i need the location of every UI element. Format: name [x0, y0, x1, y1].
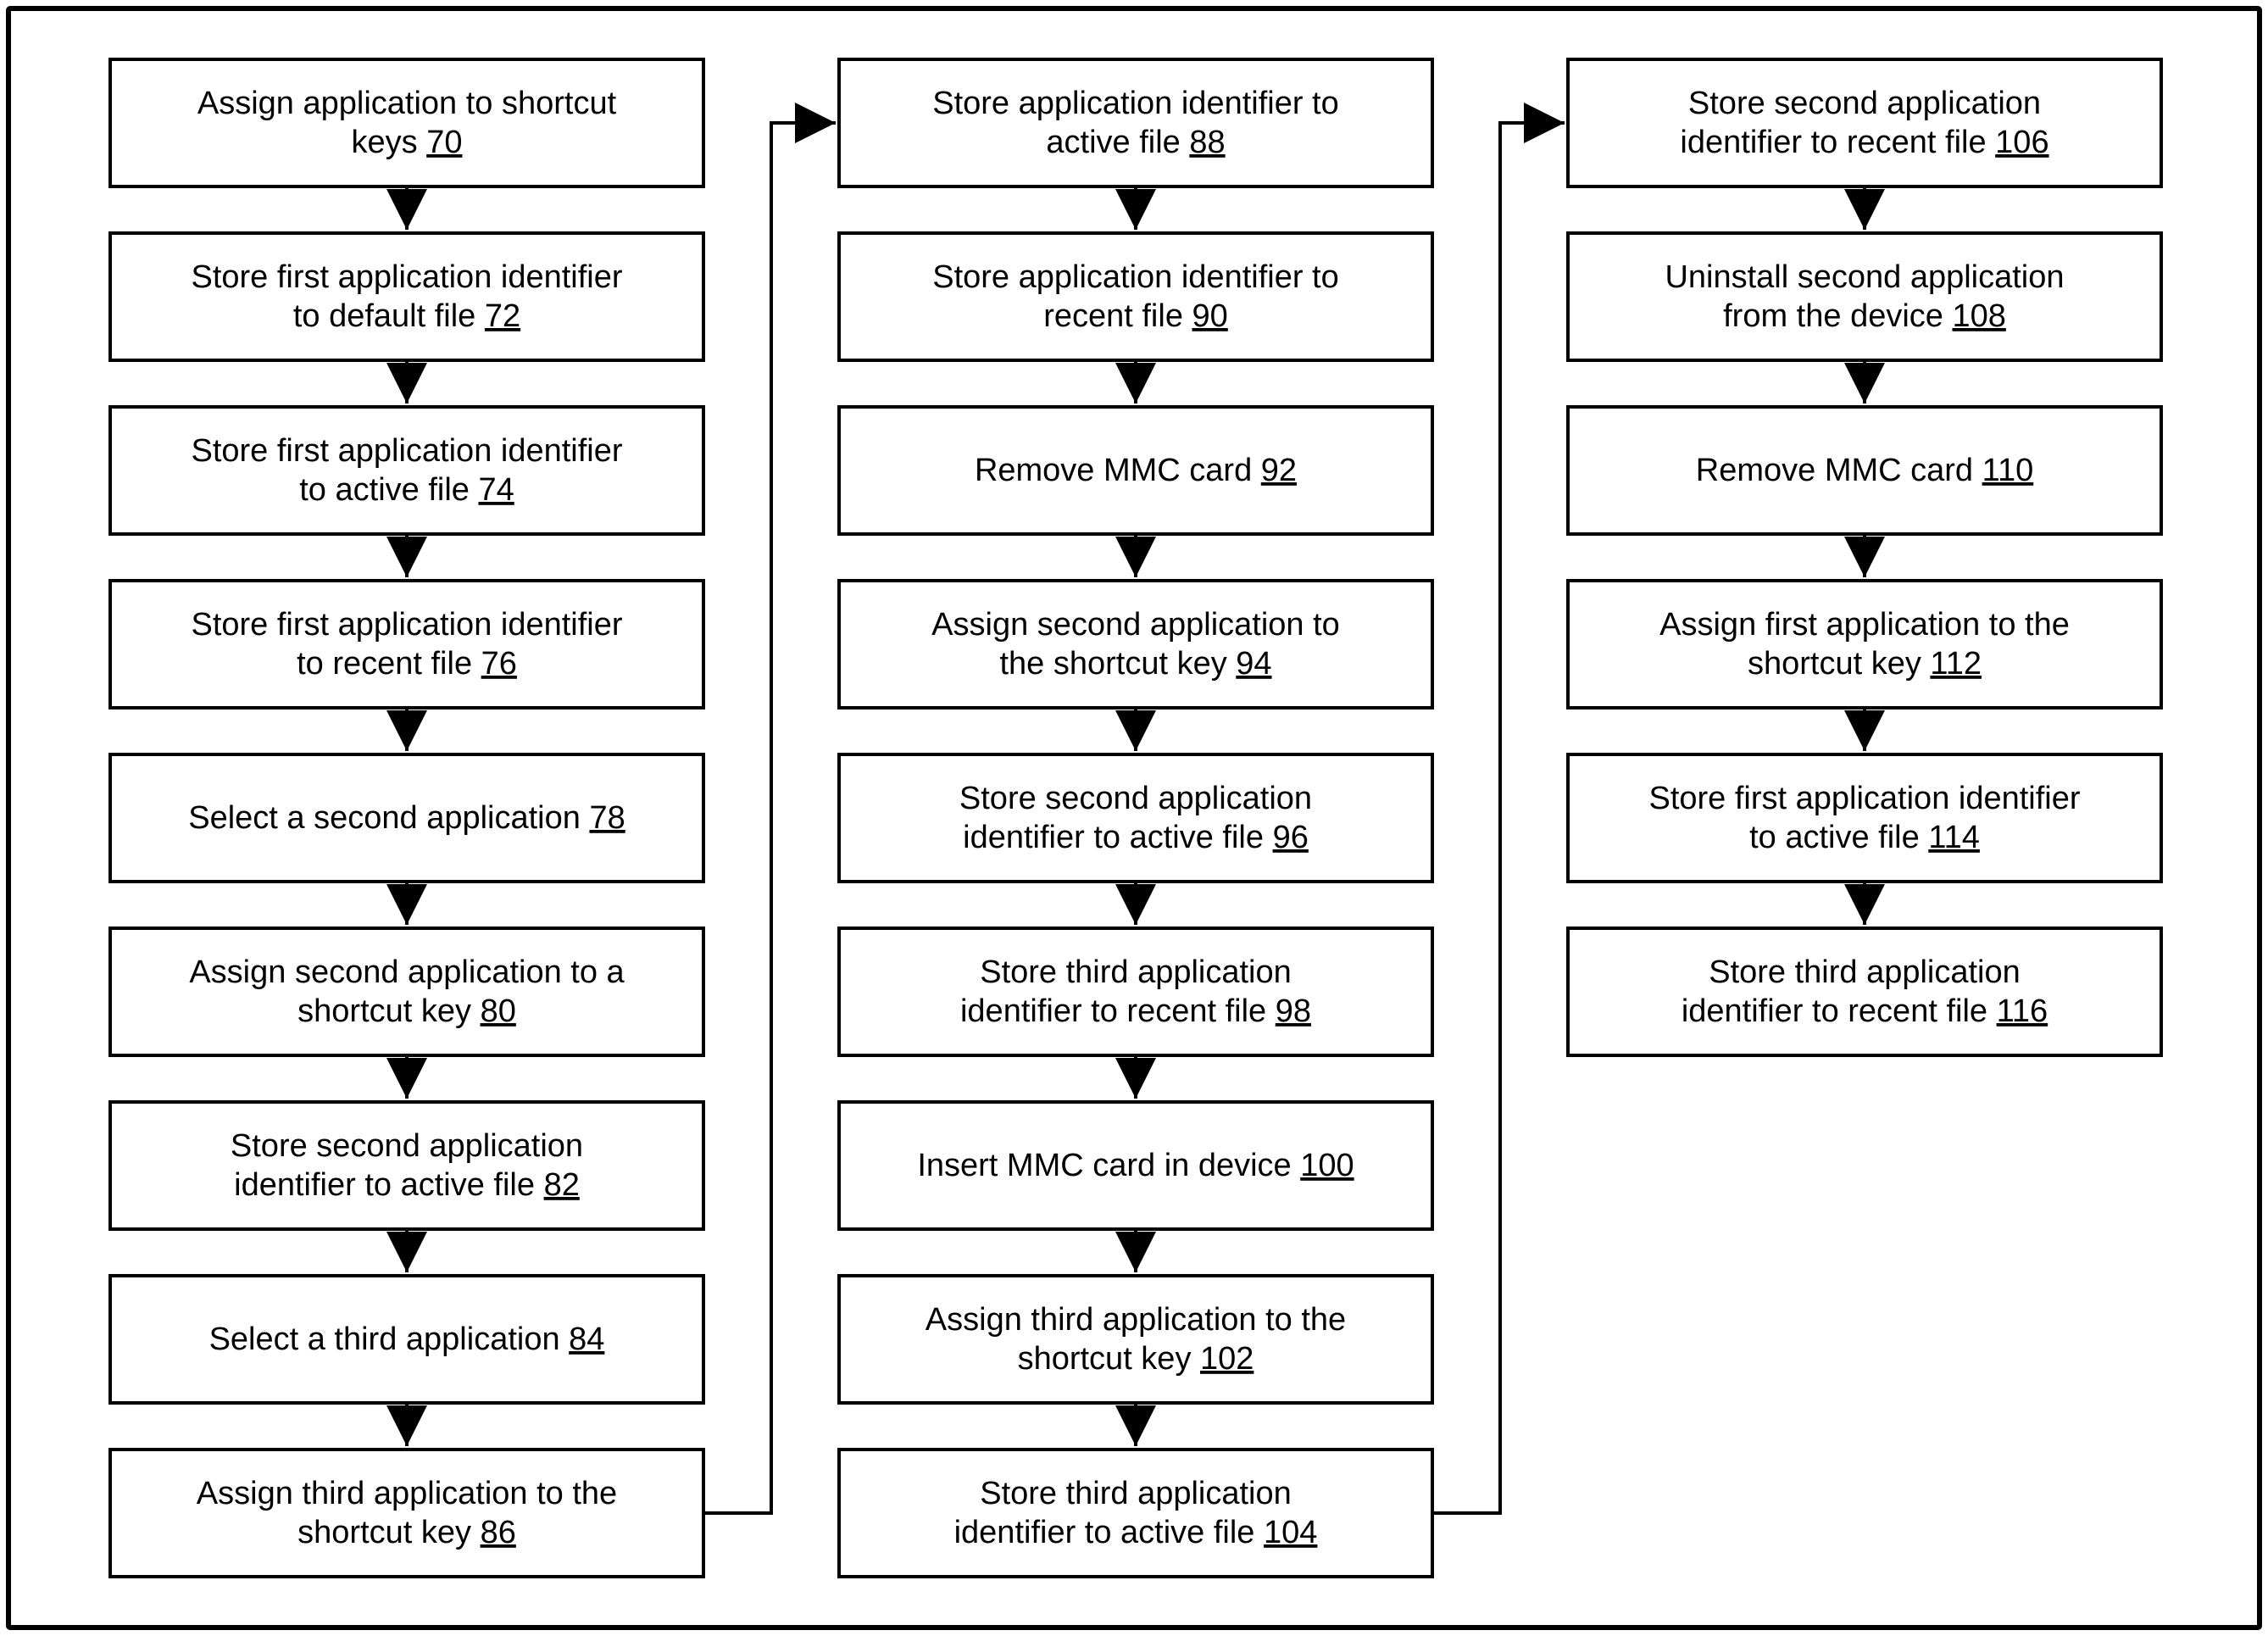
- flow-step-text: to default file 72: [293, 298, 520, 334]
- flow-step-text: identifier to recent file 98: [960, 993, 1311, 1029]
- flow-step-text: Store first application identifier: [191, 607, 622, 643]
- flow-step-74: [110, 407, 703, 534]
- step-ref: 70: [426, 125, 462, 160]
- flow-step-88: [839, 59, 1432, 186]
- flow-step-text: shortcut key 112: [1748, 646, 1982, 682]
- step-ref: 76: [481, 646, 517, 682]
- flow-step-text: Store third application: [980, 1476, 1292, 1511]
- step-ref: 96: [1273, 820, 1309, 855]
- flow-step-text: Select a third application 84: [209, 1322, 605, 1357]
- flow-step-108: [1568, 233, 2161, 360]
- step-ref: 102: [1200, 1341, 1254, 1377]
- flow-step-text: from the device 108: [1723, 298, 2006, 334]
- step-ref: 110: [1982, 453, 2034, 488]
- step-ref: 90: [1192, 298, 1228, 334]
- step-ref: 82: [544, 1167, 580, 1203]
- flow-step-text: identifier to recent file 106: [1680, 125, 2048, 160]
- flow-step-text: Store second application: [231, 1128, 583, 1164]
- flow-step-text: Assign first application to the: [1659, 607, 2070, 643]
- step-ref: 112: [1930, 646, 1982, 682]
- flow-step-text: Remove MMC card 110: [1696, 453, 2033, 488]
- flow-step-70: [110, 59, 703, 186]
- flow-step-text: to active file 114: [1749, 820, 1980, 855]
- flow-step-text: Assign third application to the: [926, 1302, 1346, 1338]
- flow-step-text: Assign second application to a: [189, 954, 625, 990]
- flow-step-text: Store application identifier to: [932, 259, 1339, 295]
- flow-step-106: [1568, 59, 2161, 186]
- flow-step-text: Store first application identifier: [191, 259, 622, 295]
- flow-step-116: [1568, 928, 2161, 1055]
- flow-step-104: [839, 1450, 1432, 1577]
- step-ref: 94: [1236, 646, 1271, 682]
- flow-step-80: [110, 928, 703, 1055]
- flow-step-text: Store third application: [980, 954, 1292, 990]
- flow-step-text: Select a second application 78: [188, 800, 625, 836]
- flow-step-text: to active file 74: [299, 472, 514, 508]
- step-ref: 100: [1300, 1148, 1354, 1183]
- step-ref: 92: [1261, 453, 1297, 488]
- flow-step-text: shortcut key 102: [1018, 1341, 1254, 1377]
- flow-step-text: Assign application to shortcut: [197, 86, 617, 121]
- flow-step-114: [1568, 754, 2161, 882]
- step-ref: 80: [481, 993, 516, 1029]
- step-ref: 116: [1997, 993, 2048, 1029]
- flow-step-86: [110, 1450, 703, 1577]
- flow-step-112: [1568, 581, 2161, 708]
- flow-step-text: keys 70: [352, 125, 463, 160]
- flow-step-text: shortcut key 80: [297, 993, 516, 1029]
- flow-step-text: identifier to active file 82: [234, 1167, 580, 1203]
- step-ref: 114: [1928, 820, 1980, 855]
- flow-step-text: Store first application identifier: [191, 433, 622, 469]
- flow-step-90: [839, 233, 1432, 360]
- flow-step-text: Store application identifier to: [932, 86, 1339, 121]
- flowchart: Assign application to shortcut keys 70 Sto…: [0, 0, 2268, 1636]
- flow-step-text: Assign second application to: [931, 607, 1340, 643]
- flow-step-76: [110, 581, 703, 708]
- step-ref: 86: [481, 1515, 516, 1550]
- flow-step-text: to recent file 76: [297, 646, 517, 682]
- step-ref: 74: [478, 472, 514, 508]
- flow-step-82: [110, 1102, 703, 1229]
- step-ref: 104: [1264, 1515, 1317, 1550]
- flow-step-text: identifier to recent file 116: [1682, 993, 2048, 1029]
- flow-step-text: identifier to active file 96: [963, 820, 1309, 855]
- step-ref: 106: [1995, 125, 2048, 160]
- step-ref: 98: [1276, 993, 1311, 1029]
- flow-step-text: Store second application: [959, 781, 1312, 816]
- flow-step-text: the shortcut key 94: [999, 646, 1271, 682]
- flow-step-text: active file 88: [1046, 125, 1225, 160]
- flow-step-94: [839, 581, 1432, 708]
- flow-step-text: Store first application identifier: [1648, 781, 2080, 816]
- step-ref: 78: [589, 800, 625, 836]
- flow-step-98: [839, 928, 1432, 1055]
- flow-step-96: [839, 754, 1432, 882]
- flow-arrow-column-connector: [703, 123, 836, 1513]
- flow-step-text: Uninstall second application: [1665, 259, 2064, 295]
- flow-step-text: Store third application: [1709, 954, 2021, 990]
- step-ref: 108: [1952, 298, 2005, 334]
- flow-step-102: [839, 1276, 1432, 1403]
- flow-step-text: Remove MMC card 92: [975, 453, 1297, 488]
- flow-step-text: Assign third application to the: [197, 1476, 617, 1511]
- step-ref: 72: [485, 298, 520, 334]
- flow-arrow-column-connector: [1432, 123, 1565, 1513]
- flow-step-text: Store second application: [1688, 86, 2041, 121]
- flow-step-text: identifier to active file 104: [954, 1515, 1318, 1550]
- flow-step-72: [110, 233, 703, 360]
- step-ref: 84: [569, 1322, 604, 1357]
- flow-step-text: recent file 90: [1043, 298, 1228, 334]
- flow-step-text: Insert MMC card in device 100: [917, 1148, 1354, 1183]
- step-ref: 88: [1189, 125, 1225, 160]
- flow-step-text: shortcut key 86: [297, 1515, 516, 1550]
